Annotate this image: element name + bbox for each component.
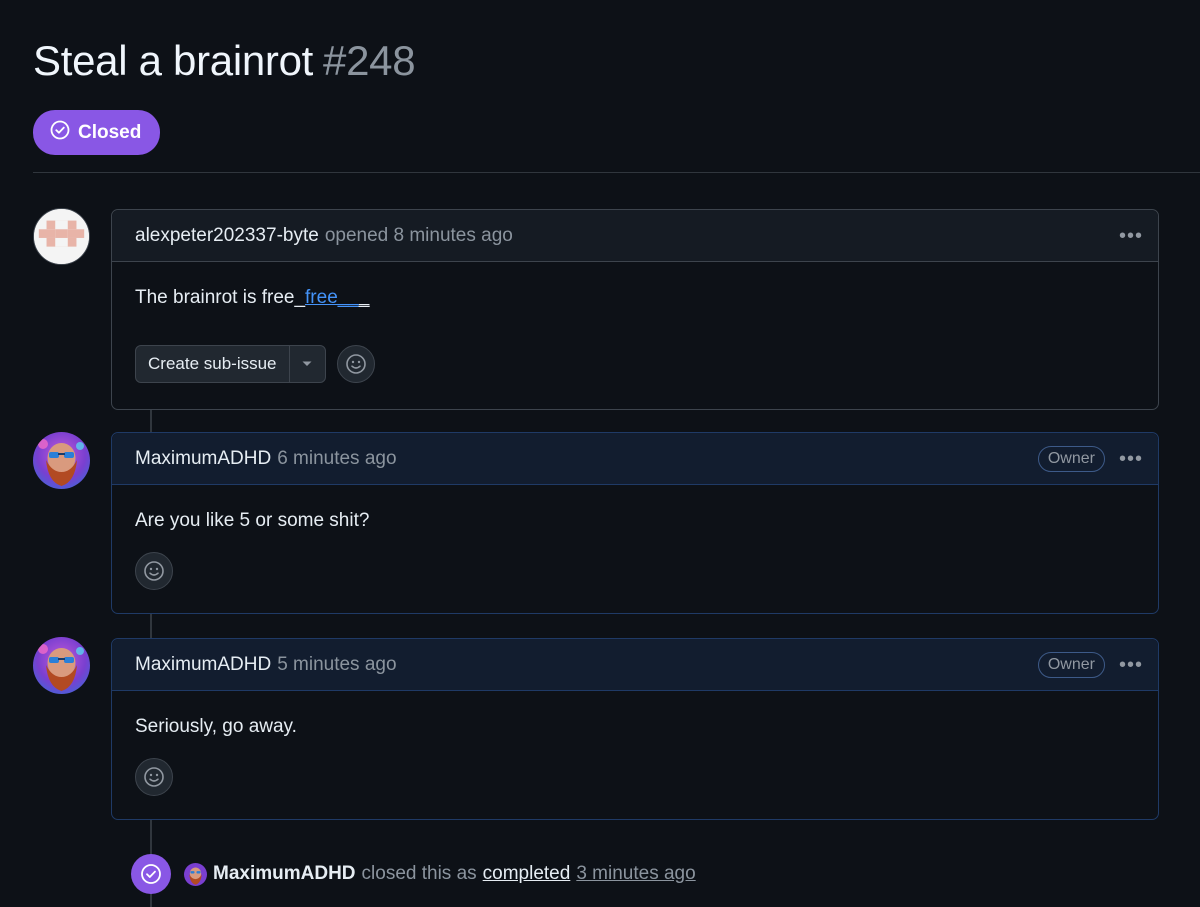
comment-text: The brainrot is free_free___ (135, 287, 1135, 309)
add-reaction-smiley-icon[interactable] (135, 552, 173, 590)
triangle-down-icon[interactable] (288, 346, 325, 382)
comment-box: MaximumADHD 5 minutes ago Owner ••• Seri… (111, 638, 1159, 820)
comment-body: The brainrot is free_free___ Create sub-… (112, 262, 1158, 383)
comment-body: Are you like 5 or some shit? (112, 485, 1158, 590)
state-label: Closed (78, 121, 142, 143)
avatar[interactable] (33, 432, 90, 489)
timeline-closed-event: MaximumADHD closed this as completed 3 m… (131, 854, 696, 894)
add-reaction-smiley-icon[interactable] (135, 758, 173, 796)
timeline-connector (150, 613, 152, 639)
create-sub-issue-button[interactable]: Create sub-issue (136, 346, 289, 382)
comment-author[interactable]: alexpeter202337-byte (135, 225, 319, 247)
comment-header: MaximumADHD 5 minutes ago Owner ••• (112, 639, 1158, 691)
owner-badge: Owner (1037, 651, 1105, 678)
comment-header: alexpeter202337-byte opened 8 minutes ag… (112, 210, 1158, 262)
state-badge: Closed (33, 110, 160, 155)
event-reason-link[interactable]: completed (483, 863, 571, 885)
comment-body: Seriously, go away. (112, 691, 1158, 796)
avatar[interactable] (184, 862, 207, 886)
avatar[interactable] (33, 637, 90, 694)
comment-author[interactable]: MaximumADHD (135, 448, 271, 470)
comment-link[interactable]: free__ (305, 287, 359, 308)
kebab-horizontal-icon[interactable]: ••• (1119, 226, 1143, 246)
issue-title-row: Steal a brainrot #248 (33, 36, 416, 86)
check-circle-icon (131, 854, 171, 894)
event-text: closed this as (361, 863, 477, 884)
create-sub-issue-split-button: Create sub-issue (135, 345, 326, 383)
issue-title: Steal a brainrot (33, 37, 314, 84)
event-timestamp[interactable]: 3 minutes ago (576, 863, 695, 885)
comment-author[interactable]: MaximumADHD (135, 654, 271, 676)
comment-box: MaximumADHD 6 minutes ago Owner ••• Are … (111, 432, 1159, 614)
comment-text-prefix: The brainrot is free_ (135, 287, 306, 308)
comment-text: Are you like 5 or some shit? (135, 510, 370, 531)
timeline-connector (150, 409, 152, 433)
comment-timestamp[interactable]: 5 minutes ago (277, 654, 396, 676)
kebab-horizontal-icon[interactable]: ••• (1119, 655, 1143, 675)
avatar[interactable] (33, 208, 90, 265)
header-divider (33, 172, 1200, 173)
event-author[interactable]: MaximumADHD (213, 863, 356, 885)
comment-timestamp[interactable]: 6 minutes ago (277, 448, 396, 470)
comment-header: MaximumADHD 6 minutes ago Owner ••• (112, 433, 1158, 485)
comment-text: Seriously, go away. (135, 716, 297, 737)
comment-box: alexpeter202337-byte opened 8 minutes ag… (111, 209, 1159, 410)
owner-badge: Owner (1037, 445, 1105, 472)
comment-timestamp[interactable]: opened 8 minutes ago (325, 225, 513, 247)
check-circle-icon (50, 120, 70, 146)
kebab-horizontal-icon[interactable]: ••• (1119, 449, 1143, 469)
issue-number: #248 (323, 37, 416, 84)
add-reaction-smiley-icon[interactable] (336, 345, 375, 383)
comment-text-suffix: _ (358, 287, 370, 308)
